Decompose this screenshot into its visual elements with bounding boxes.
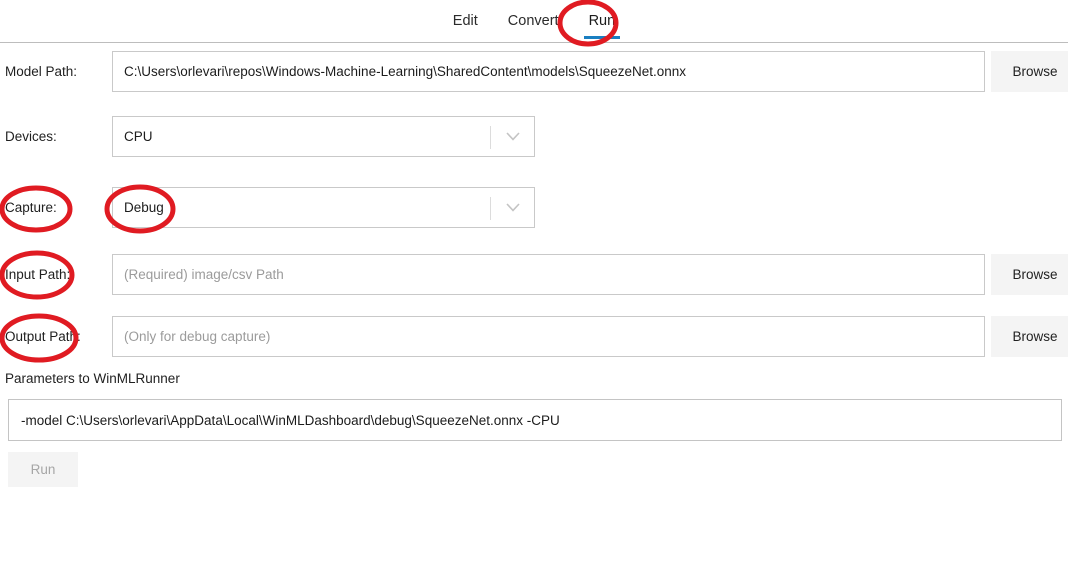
capture-select-separator	[490, 197, 491, 220]
parameters-label: Parameters to WinMLRunner	[5, 371, 180, 386]
devices-label: Devices:	[5, 129, 57, 144]
output-path-label: Output Path:	[5, 329, 81, 344]
model-path-field-wrap: C:\Users\orlevari\repos\Windows-Machine-…	[112, 51, 1068, 92]
chevron-down-icon	[504, 199, 522, 217]
tab-run[interactable]: Run	[574, 4, 631, 40]
run-button[interactable]: Run	[8, 452, 78, 487]
input-path-label: Input Path:	[5, 267, 71, 282]
capture-select-value: Debug	[124, 200, 164, 215]
tab-bar-divider	[0, 42, 1068, 44]
form-row-input-path: Input Path: (Required) image/csv Path Br…	[0, 254, 1068, 295]
form-row-output-path: Output Path: (Only for debug capture) Br…	[0, 316, 1068, 357]
capture-label: Capture:	[5, 200, 57, 215]
form-row-model-path: Model Path: C:\Users\orlevari\repos\Wind…	[0, 51, 1068, 92]
model-path-input[interactable]: C:\Users\orlevari\repos\Windows-Machine-…	[112, 51, 985, 92]
chevron-down-icon	[504, 128, 522, 146]
parameters-input[interactable]: -model C:\Users\orlevari\AppData\Local\W…	[8, 399, 1062, 441]
tab-convert[interactable]: Convert	[493, 4, 574, 40]
form-row-capture: Capture: Debug	[0, 187, 1068, 228]
devices-select-separator	[490, 126, 491, 149]
output-path-field-wrap: (Only for debug capture) Browse	[112, 316, 1068, 357]
input-path-field-wrap: (Required) image/csv Path Browse	[112, 254, 1068, 295]
capture-select[interactable]: Debug	[112, 187, 535, 228]
output-path-input[interactable]: (Only for debug capture)	[112, 316, 985, 357]
tab-active-underline	[583, 36, 621, 40]
devices-select[interactable]: CPU	[112, 116, 535, 157]
tab-edit[interactable]: Edit	[438, 4, 493, 40]
output-path-browse-button[interactable]: Browse	[991, 316, 1068, 357]
tab-run-label: Run	[588, 12, 616, 29]
model-path-browse-button[interactable]: Browse	[991, 51, 1068, 92]
devices-select-value: CPU	[124, 129, 153, 144]
form-row-devices: Devices: CPU	[0, 116, 1068, 157]
tab-convert-label: Convert	[507, 12, 559, 29]
tab-bar: Edit Convert Run	[0, 0, 1068, 43]
winml-dashboard-run-page: Edit Convert Run Model Path: C:\Users\or…	[0, 0, 1068, 563]
model-path-label: Model Path:	[5, 64, 78, 79]
tab-edit-label: Edit	[452, 12, 478, 29]
input-path-input[interactable]: (Required) image/csv Path	[112, 254, 985, 295]
input-path-browse-button[interactable]: Browse	[991, 254, 1068, 295]
